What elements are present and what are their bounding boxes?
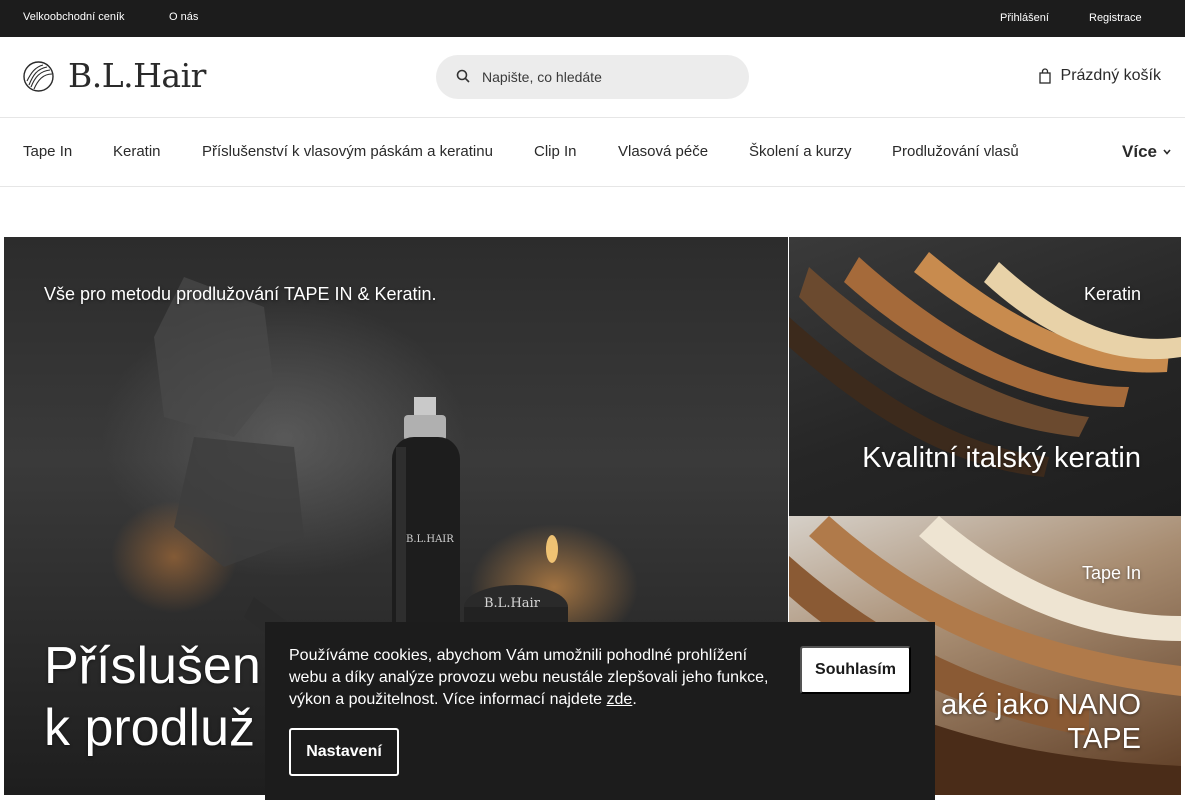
jar-label: B.L.Hair (484, 596, 541, 611)
banner-tape-in-tag: Tape In (1081, 563, 1141, 583)
register-link[interactable]: Registrace (1089, 12, 1142, 24)
main-nav: Tape In Keratin Příslušenství k vlasovým… (0, 118, 1185, 187)
site-logo[interactable]: B.L.Hair (23, 58, 206, 94)
banner-keratin[interactable]: Keratin Kvalitní italský keratin (789, 237, 1181, 516)
cookie-settings-button[interactable]: Nastavení (289, 728, 399, 776)
banner-keratin-tag: Keratin (1083, 284, 1141, 304)
about-us-link[interactable]: O nás (169, 11, 198, 23)
nav-item-extensions[interactable]: Prodlužování vlasů (892, 143, 1019, 160)
nav-item-hair-care[interactable]: Vlasová péče (618, 143, 708, 160)
bottle-label: B.L.HAIR (406, 534, 454, 545)
logo-text: B.L.Hair (68, 56, 206, 95)
search-input[interactable]: Napište, co hledáte (482, 69, 602, 85)
nav-more-button[interactable]: Více (1122, 142, 1171, 162)
cookie-more-info-link[interactable]: zde (607, 691, 633, 708)
cookie-message-end: . (632, 691, 637, 708)
cookie-accept-button[interactable]: Souhlasím (800, 646, 911, 694)
search-box[interactable]: Napište, co hledáte (436, 55, 749, 99)
login-link[interactable]: Přihlášení (1000, 12, 1049, 24)
cookie-message: Používáme cookies, abychom Vám umožnili … (289, 645, 779, 711)
shopping-bag-icon (1038, 68, 1051, 84)
nav-more-label: Více (1122, 142, 1157, 161)
nav-item-accessories[interactable]: Příslušenství k vlasovým páskám a kerati… (202, 143, 493, 160)
search-icon (456, 69, 470, 83)
nav-item-clip-in[interactable]: Clip In (534, 143, 577, 160)
logo-mark-icon (23, 60, 54, 92)
cart-label: Prázdný košík (1060, 67, 1161, 84)
nav-item-keratin[interactable]: Keratin (113, 143, 161, 160)
top-bar: Velkoobchodní ceník O nás Přihlášení Reg… (0, 0, 1185, 37)
chevron-down-icon (1163, 149, 1171, 155)
nav-item-training[interactable]: Školení a kurzy (749, 143, 852, 160)
cookie-message-text: Používáme cookies, abychom Vám umožnili … (289, 647, 769, 708)
nav-item-tape-in[interactable]: Tape In (23, 143, 72, 160)
banner-keratin-title: Kvalitní italský keratin (862, 442, 1141, 474)
banner-main-subtitle: Vše pro metodu prodlužování TAPE IN & Ke… (44, 284, 437, 304)
wholesale-pricelist-link[interactable]: Velkoobchodní ceník (23, 11, 125, 23)
cookie-consent-bar: Používáme cookies, abychom Vám umožnili … (265, 622, 935, 800)
cart-button[interactable]: Prázdný košík (1038, 67, 1161, 85)
site-header: B.L.Hair Napište, co hledáte Prázdný koš… (0, 37, 1185, 118)
